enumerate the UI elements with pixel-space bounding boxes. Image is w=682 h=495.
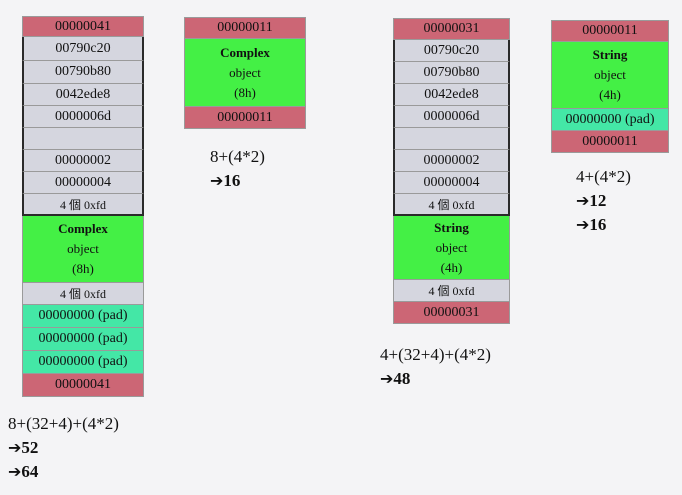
result-line: ➔16 [576, 215, 607, 234]
string-debug-calc: 4+(32+4)+(4*2) ➔48 [380, 343, 491, 391]
object-size: (4h) [599, 87, 621, 102]
pad-word: 00000000 (pad) [22, 305, 144, 328]
object-title: Complex [58, 221, 108, 236]
object-label: object [67, 241, 99, 256]
object-size: (8h) [72, 261, 94, 276]
result-line: ➔12 [576, 191, 607, 210]
debug-word: 00790c20 [393, 40, 510, 62]
cookie-header: 00000041 [22, 16, 144, 37]
guard-bytes-back: 4 個 0xfd [393, 280, 510, 302]
object-size: (4h) [440, 259, 463, 275]
result-line: ➔48 [380, 369, 411, 388]
string-release-calc: 4+(4*2) ➔12 ➔16 [576, 165, 631, 237]
result-line: ➔16 [210, 171, 241, 190]
debug-word: 00000004 [393, 172, 510, 194]
complex-debug-block: 00000041 00790c20 00790b80 0042ede8 0000… [22, 16, 144, 397]
guard-bytes-back: 4 個 0xfd [22, 283, 144, 305]
pad-word: 00000000 (pad) [22, 328, 144, 351]
cookie-footer: 00000041 [22, 374, 144, 397]
complex-object: Complex object (8h) [184, 39, 306, 107]
arrow-icon: ➔ [8, 438, 22, 457]
complex-object: Complex object (8h) [22, 216, 144, 283]
string-debug-block: 00000031 00790c20 00790b80 0042ede8 0000… [393, 18, 510, 324]
debug-word: 00790b80 [393, 62, 510, 84]
formula: 8+(32+4)+(4*2) [8, 414, 119, 433]
cookie-header: 00000011 [551, 20, 669, 42]
debug-word: 00000002 [393, 150, 510, 172]
arrow-icon: ➔ [576, 191, 590, 210]
object-size: (8h) [234, 84, 256, 100]
cookie-header: 00000031 [393, 18, 510, 40]
arrow-icon: ➔ [380, 369, 394, 388]
debug-word: 00000002 [22, 150, 144, 172]
object-title: String [434, 219, 469, 235]
result-line: ➔52 [8, 438, 39, 457]
debug-word: 00790b80 [22, 61, 144, 84]
formula: 8+(4*2) [210, 147, 265, 166]
guard-bytes-front: 4 個 0xfd [22, 194, 144, 216]
complex-debug-calc: 8+(32+4)+(4*2) ➔52 ➔64 [8, 412, 119, 484]
debug-word [22, 128, 144, 150]
debug-word: 0042ede8 [393, 84, 510, 106]
object-label: object [435, 239, 468, 255]
arrow-icon: ➔ [8, 462, 22, 481]
debug-word: 0042ede8 [22, 84, 144, 106]
debug-word: 00790c20 [22, 37, 144, 61]
debug-word [393, 128, 510, 150]
cookie-footer: 00000011 [551, 131, 669, 153]
complex-release-block: 00000011 Complex object (8h) 00000011 [184, 17, 306, 129]
pad-word: 00000000 (pad) [551, 109, 669, 131]
cookie-footer: 00000011 [184, 107, 306, 129]
formula: 4+(4*2) [576, 167, 631, 186]
string-release-block: 00000011 String object (4h) 00000000 (pa… [551, 20, 669, 153]
complex-release-calc: 8+(4*2) ➔16 [210, 145, 265, 193]
debug-word: 0000006d [22, 106, 144, 128]
object-title: Complex [220, 44, 270, 60]
string-object: String object (4h) [393, 216, 510, 280]
pad-word: 00000000 (pad) [22, 351, 144, 374]
result-line: ➔64 [8, 462, 39, 481]
object-label: object [229, 64, 261, 80]
arrow-icon: ➔ [210, 171, 224, 190]
guard-bytes-front: 4 個 0xfd [393, 194, 510, 216]
string-object: String object (4h) [551, 42, 669, 109]
arrow-icon: ➔ [576, 215, 590, 234]
debug-word: 0000006d [393, 106, 510, 128]
cookie-header: 00000011 [184, 17, 306, 39]
cookie-footer: 00000031 [393, 302, 510, 324]
debug-word: 00000004 [22, 172, 144, 194]
formula: 4+(32+4)+(4*2) [380, 345, 491, 364]
object-title: String [592, 47, 628, 62]
object-label: object [594, 67, 626, 82]
